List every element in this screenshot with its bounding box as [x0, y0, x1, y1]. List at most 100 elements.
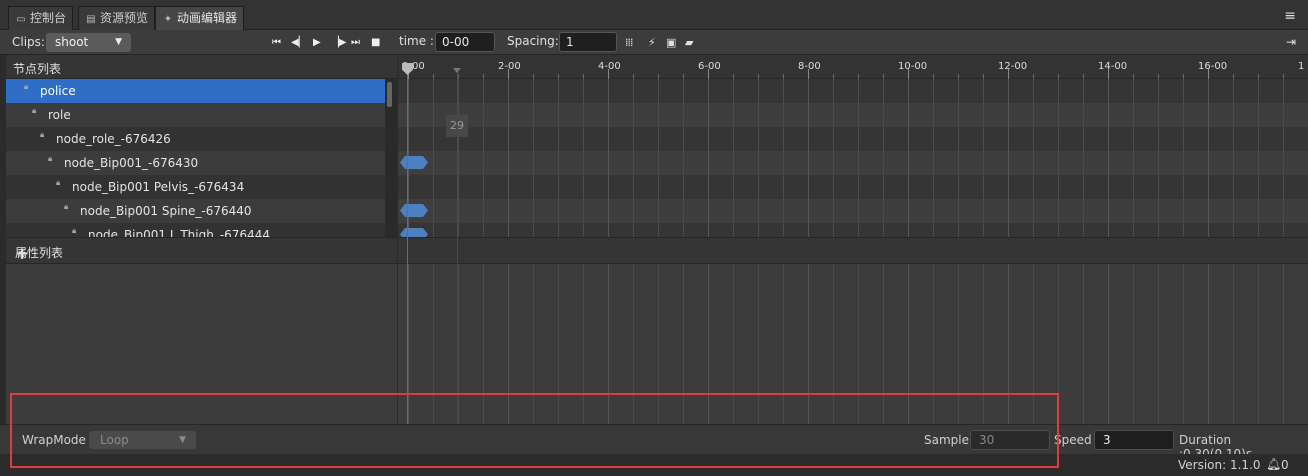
- grid-line: [458, 79, 459, 237]
- keyframe[interactable]: [400, 228, 428, 237]
- track-row[interactable]: [398, 175, 1308, 199]
- grid-line: [558, 264, 559, 424]
- lock-icon[interactable]: 🔒︎: [32, 99, 42, 123]
- node-label: police: [40, 84, 76, 98]
- status-bar: Version: 1.1.0 🔔︎ 0: [0, 454, 1308, 476]
- grid-line: [708, 264, 709, 424]
- node-row[interactable]: 🔒︎ node_Bip001 Spine_-676440: [6, 199, 385, 223]
- clips-label: Clips:: [12, 35, 45, 49]
- node-label: node_Bip001 Pelvis_-676434: [72, 180, 245, 194]
- ruler-tick-label: 10-00: [898, 61, 928, 72]
- ruler-tick-label: 6-00: [698, 61, 721, 72]
- track-row[interactable]: [398, 151, 1308, 175]
- grid-line: [1158, 264, 1159, 424]
- property-list-header: 属性列表 +: [6, 237, 397, 264]
- spacing-input[interactable]: 1: [559, 32, 617, 52]
- ruler-tick-label: 8-00: [798, 61, 821, 72]
- ruler-tick-label: 12-00: [998, 61, 1028, 72]
- jump-to-start-icon[interactable]: ⏮: [272, 37, 281, 49]
- lock-icon[interactable]: 🔒︎: [72, 219, 82, 237]
- ruler-tick-label: 4-00: [598, 61, 621, 72]
- lock-icon[interactable]: 🔒︎: [48, 147, 58, 171]
- track-row[interactable]: [398, 199, 1308, 223]
- tab-asset-preview[interactable]: ▤ 资源预览: [78, 6, 156, 30]
- node-row[interactable]: 🔒︎ node_role_-676426: [6, 127, 385, 151]
- node-list-scrollbar[interactable]: [385, 79, 397, 237]
- grid-line: [558, 79, 559, 237]
- grid-line: [908, 264, 909, 424]
- grid-line: [1208, 79, 1209, 237]
- sample-label: Sample: [924, 433, 969, 447]
- grid-line: [1183, 79, 1184, 237]
- track-row[interactable]: [398, 79, 1308, 103]
- grid-line: [458, 264, 459, 424]
- previous-frame-icon[interactable]: ◀▏: [291, 37, 306, 49]
- grid-line: [983, 264, 984, 424]
- keyframe[interactable]: [400, 204, 428, 217]
- grid-line: [833, 79, 834, 237]
- save-icon[interactable]: ▣: [666, 36, 676, 49]
- lock-icon[interactable]: 🔒︎: [56, 171, 66, 195]
- timeline-ruler[interactable]: 0-00 2-00 4-00 6-00 8-00 10-00 12-00 14-00 16-00…: [398, 55, 1308, 79]
- event-icon[interactable]: ⚡: [648, 36, 656, 49]
- node-list-header: 节点列表: [6, 55, 397, 79]
- property-tracks[interactable]: [398, 264, 1308, 424]
- node-list: 🔒︎ police 🔒︎ role 🔒︎ node_role_-676426 🔒︎ node_…: [6, 79, 385, 237]
- grid-line: [1258, 79, 1259, 237]
- node-tracks[interactable]: [398, 79, 1308, 237]
- sample-input[interactable]: 30: [970, 430, 1050, 450]
- grid-icon[interactable]: ⁞⁞⁞: [625, 36, 633, 49]
- exit-icon[interactable]: ⇥: [1286, 35, 1296, 49]
- node-row[interactable]: 🔒︎ node_Bip001 L Thigh_-676444: [6, 223, 385, 237]
- clips-select[interactable]: shoot ▼: [46, 33, 131, 52]
- track-row[interactable]: [398, 223, 1308, 237]
- node-row[interactable]: 🔒︎ police: [6, 79, 385, 103]
- play-icon[interactable]: ▶: [313, 37, 321, 49]
- lock-icon[interactable]: 🔒︎: [40, 123, 50, 147]
- grid-line: [1258, 264, 1259, 424]
- scrollbar-thumb[interactable]: [387, 82, 392, 107]
- keyframe[interactable]: [400, 156, 428, 169]
- node-label: node_role_-676426: [56, 132, 171, 146]
- tab-console[interactable]: ▭ 控制台: [8, 6, 74, 30]
- grid-line: [983, 79, 984, 237]
- node-row[interactable]: 🔒︎ node_Bip001 Pelvis_-676434: [6, 175, 385, 199]
- asset-preview-icon: ▤: [86, 14, 96, 25]
- lock-icon[interactable]: 🔒︎: [64, 195, 74, 219]
- animation-editor-icon: ✦: [163, 14, 173, 25]
- grid-line: [483, 264, 484, 424]
- grid-line: [758, 264, 759, 424]
- grid-line: [1133, 264, 1134, 424]
- jump-to-end-icon[interactable]: ⏭: [351, 37, 360, 49]
- book-icon[interactable]: ▰: [685, 36, 693, 49]
- track-row[interactable]: [398, 127, 1308, 151]
- grid-line: [1083, 264, 1084, 424]
- grid-line: [933, 264, 934, 424]
- time-input[interactable]: 0-00: [435, 32, 495, 52]
- add-property-button[interactable]: +: [15, 244, 390, 264]
- bell-icon[interactable]: 🔔︎: [1266, 457, 1281, 471]
- property-timeline-header: [398, 237, 1308, 264]
- node-row[interactable]: 🔒︎ role: [6, 103, 385, 127]
- grid-line: [1158, 79, 1159, 237]
- speed-input[interactable]: 3: [1094, 430, 1174, 450]
- menu-icon[interactable]: ≡: [1284, 8, 1296, 24]
- grid-line: [1008, 264, 1009, 424]
- grid-line: [733, 79, 734, 237]
- time-label: time :: [399, 34, 434, 48]
- grid-line: [1133, 79, 1134, 237]
- panel-tab-bar: ▭ 控制台 ▤ 资源预览 ✦ 动画编辑器 ≡: [0, 0, 1308, 30]
- wrapmode-select[interactable]: Loop ▼: [89, 431, 196, 449]
- animation-toolbar: Clips: shoot ▼ ⏮ ◀▏ ▶ ▕▶ ⏭ ■ time : 0-00…: [0, 30, 1308, 55]
- stop-icon[interactable]: ■: [371, 37, 380, 49]
- grid-line: [858, 79, 859, 237]
- track-row[interactable]: [398, 103, 1308, 127]
- chevron-down-icon: ▼: [115, 37, 122, 47]
- next-frame-icon[interactable]: ▕▶: [331, 37, 346, 49]
- grid-line: [1083, 79, 1084, 237]
- grid-line: [958, 79, 959, 237]
- grid-line: [533, 79, 534, 237]
- node-label: role: [48, 108, 71, 122]
- tab-animation-editor[interactable]: ✦ 动画编辑器: [155, 6, 245, 30]
- lock-icon[interactable]: 🔒︎: [24, 79, 34, 99]
